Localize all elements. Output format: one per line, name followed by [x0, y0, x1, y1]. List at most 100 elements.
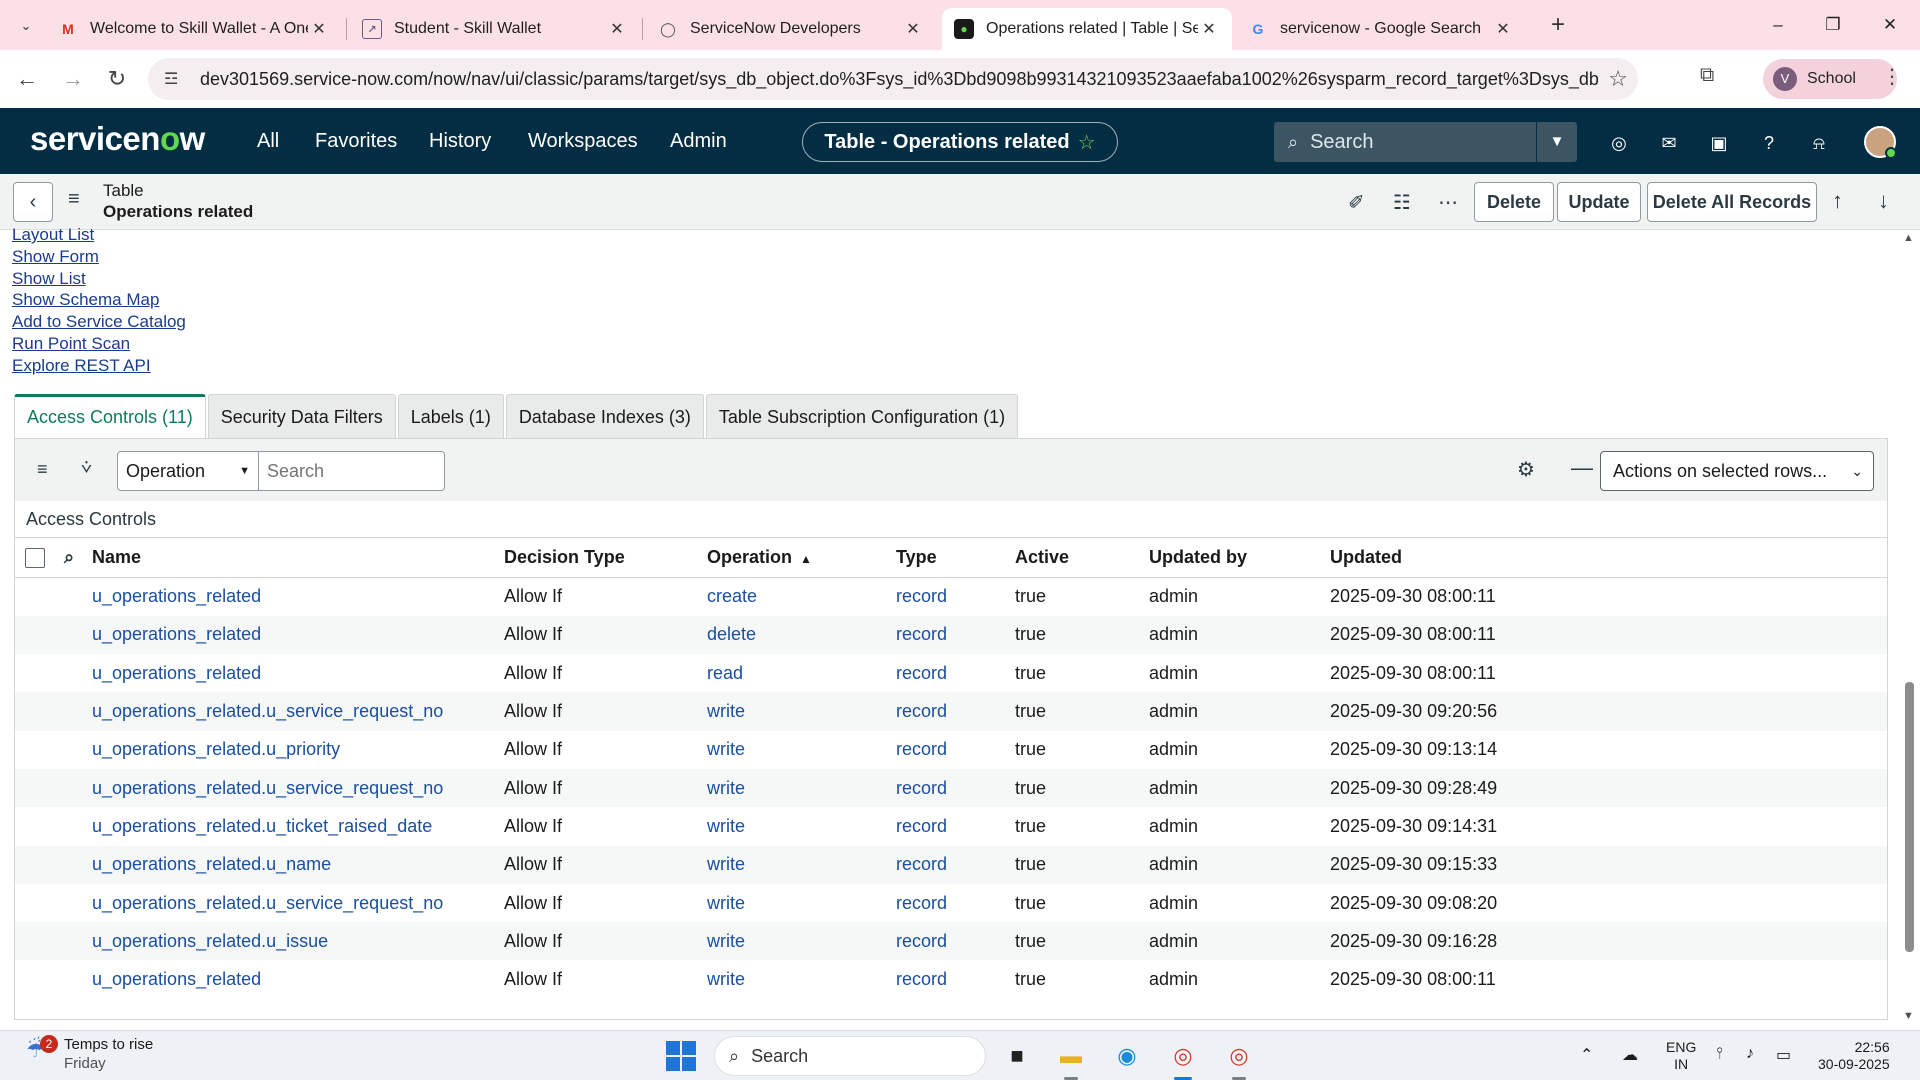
globe-icon[interactable]: ◎	[1606, 130, 1632, 156]
close-icon[interactable]: ✕	[308, 19, 330, 39]
table-row[interactable]: u_operations_related Allow If delete record…	[15, 615, 1887, 655]
update-button[interactable]: Update	[1557, 182, 1641, 222]
acl-name-link[interactable]: u_operations_related	[92, 615, 504, 655]
type-link[interactable]: record	[896, 615, 1015, 655]
operation-link[interactable]: write	[707, 960, 896, 998]
search-field-select[interactable]: Operation ▼	[117, 451, 259, 491]
table-row[interactable]: u_operations_related Allow If create record…	[15, 578, 1887, 616]
forward-arrow-icon[interactable]: →	[58, 64, 88, 94]
browser-menu-icon[interactable]: ⋮	[1882, 64, 1902, 89]
table-row[interactable]: u_operations_related.u_priority Allow If w…	[15, 731, 1887, 769]
column-header-type[interactable]: Type	[896, 537, 1015, 578]
taskbar-search-box[interactable]: ⌕ Search	[714, 1036, 986, 1076]
acl-name-link[interactable]: u_operations_related.u_priority	[92, 731, 504, 769]
search-scope-dropdown[interactable]: ▼	[1537, 122, 1577, 162]
menu-favorites[interactable]: Favorites	[315, 130, 397, 153]
type-link[interactable]: record	[896, 768, 1015, 808]
operation-link[interactable]: write	[707, 692, 896, 731]
previous-record-arrow-icon[interactable]: ↑	[1832, 188, 1843, 214]
acl-name-link[interactable]: u_operations_related.u_service_request_n…	[92, 692, 504, 731]
table-row[interactable]: u_operations_related.u_ticket_raised_dat…	[15, 807, 1887, 845]
notification-bell-icon[interactable]: ⍾	[1806, 130, 1832, 156]
tab-search-chevron-icon[interactable]: ⌄	[12, 12, 40, 40]
list-search-input[interactable]	[259, 451, 445, 491]
favorite-star-icon[interactable]: ☆	[1078, 130, 1096, 155]
type-link[interactable]: record	[896, 692, 1015, 731]
tab-labels[interactable]: Labels (1)	[397, 394, 504, 438]
acl-name-link[interactable]: u_operations_related.u_ticket_raised_dat…	[92, 807, 504, 845]
table-row[interactable]: u_operations_related.u_service_request_n…	[15, 768, 1887, 808]
profile-button[interactable]: V School	[1763, 59, 1897, 99]
delete-all-records-button[interactable]: Delete All Records	[1647, 182, 1817, 222]
next-record-arrow-icon[interactable]: ↓	[1878, 188, 1889, 214]
speaker-icon[interactable]: ♪	[1746, 1045, 1754, 1063]
row-select-cell[interactable]	[15, 884, 64, 922]
acl-name-link[interactable]: u_operations_related	[92, 960, 504, 998]
menu-workspaces[interactable]: Workspaces	[528, 130, 638, 153]
row-select-cell[interactable]	[15, 731, 64, 769]
browser-tab-operations-related[interactable]: ● Operations related | Table | Serv ✕	[942, 8, 1232, 50]
chrome-profile-icon[interactable]: ◎	[1222, 1039, 1256, 1080]
close-window-button[interactable]: ✕	[1870, 10, 1910, 40]
table-row[interactable]: u_operations_related.u_issue Allow If writ…	[15, 922, 1887, 961]
global-search-input[interactable]: ⌕ Search	[1274, 122, 1536, 162]
edge-browser-icon[interactable]: ◉	[1110, 1039, 1144, 1073]
operation-link[interactable]: write	[707, 845, 896, 884]
operation-link[interactable]: create	[707, 578, 896, 616]
type-link[interactable]: record	[896, 845, 1015, 884]
maximize-window-button[interactable]: ❐	[1813, 10, 1853, 40]
show-hidden-icons-chevron-icon[interactable]: ⌃	[1580, 1045, 1593, 1065]
add-to-service-catalog-link[interactable]: Add to Service Catalog	[12, 311, 186, 333]
column-header-decision-type[interactable]: Decision Type	[504, 537, 707, 578]
chrome-browser-icon[interactable]: ◎	[1166, 1039, 1200, 1080]
tab-security-data-filters[interactable]: Security Data Filters	[207, 394, 396, 438]
menu-all[interactable]: All	[257, 130, 279, 153]
bookmark-star-icon[interactable]: ☆	[1598, 66, 1638, 92]
user-avatar[interactable]	[1864, 126, 1897, 159]
delete-button[interactable]: Delete	[1474, 182, 1554, 222]
table-row[interactable]: u_operations_related.u_name Allow If write…	[15, 845, 1887, 884]
acl-name-link[interactable]: u_operations_related	[92, 654, 504, 692]
explore-rest-api-link[interactable]: Explore REST API	[12, 355, 186, 377]
personalize-settings-icon[interactable]: ☷	[1393, 190, 1411, 215]
form-context-menu-icon[interactable]: ≡	[68, 188, 80, 211]
page-scrollbar[interactable]: ▲ ▼	[1902, 232, 1916, 1022]
filter-funnel-icon[interactable]: ⩒	[81, 457, 92, 478]
more-options-icon[interactable]: ⋯	[1438, 190, 1458, 215]
type-link[interactable]: record	[896, 731, 1015, 769]
collapse-list-icon[interactable]: —	[1571, 455, 1593, 481]
system-clock[interactable]: 22:56 30-09-2025	[1818, 1039, 1890, 1073]
close-icon[interactable]: ✕	[1198, 19, 1220, 39]
type-link[interactable]: record	[896, 807, 1015, 845]
screen-share-icon[interactable]: ▣	[1706, 130, 1732, 156]
list-context-menu-icon[interactable]: ≡	[37, 459, 48, 480]
chat-icon[interactable]: ✉	[1656, 130, 1682, 156]
operation-link[interactable]: write	[707, 731, 896, 769]
menu-admin[interactable]: Admin	[670, 130, 727, 153]
row-select-cell[interactable]	[15, 654, 64, 692]
run-point-scan-link[interactable]: Run Point Scan	[12, 333, 186, 355]
row-select-cell[interactable]	[15, 692, 64, 731]
acl-name-link[interactable]: u_operations_related	[92, 578, 504, 616]
type-link[interactable]: record	[896, 922, 1015, 961]
help-icon[interactable]: ?	[1756, 130, 1782, 156]
operation-link[interactable]: write	[707, 768, 896, 808]
operation-link[interactable]: read	[707, 654, 896, 692]
back-arrow-icon[interactable]: ←	[12, 64, 42, 94]
reload-icon[interactable]: ↻	[102, 64, 132, 94]
acl-name-link[interactable]: u_operations_related.u_service_request_n…	[92, 768, 504, 808]
tab-access-controls[interactable]: Access Controls (11)	[14, 394, 206, 438]
type-link[interactable]: record	[896, 578, 1015, 616]
tab-table-subscription-configuration[interactable]: Table Subscription Configuration (1)	[705, 394, 1019, 438]
address-bar[interactable]: ☲ dev301569.service-now.com/now/nav/ui/c…	[148, 58, 1638, 100]
context-title-pill[interactable]: Table - Operations related ☆	[802, 122, 1118, 162]
menu-history[interactable]: History	[429, 130, 491, 153]
row-select-cell[interactable]	[15, 578, 64, 616]
new-tab-button[interactable]: +	[1544, 12, 1572, 40]
row-select-cell[interactable]	[15, 615, 64, 655]
close-icon[interactable]: ✕	[606, 19, 628, 39]
task-view-icon[interactable]: ■	[1000, 1039, 1034, 1073]
row-select-cell[interactable]	[15, 845, 64, 884]
show-form-link[interactable]: Show Form	[12, 246, 186, 268]
table-row[interactable]: u_operations_related Allow If read record tr…	[15, 654, 1887, 692]
